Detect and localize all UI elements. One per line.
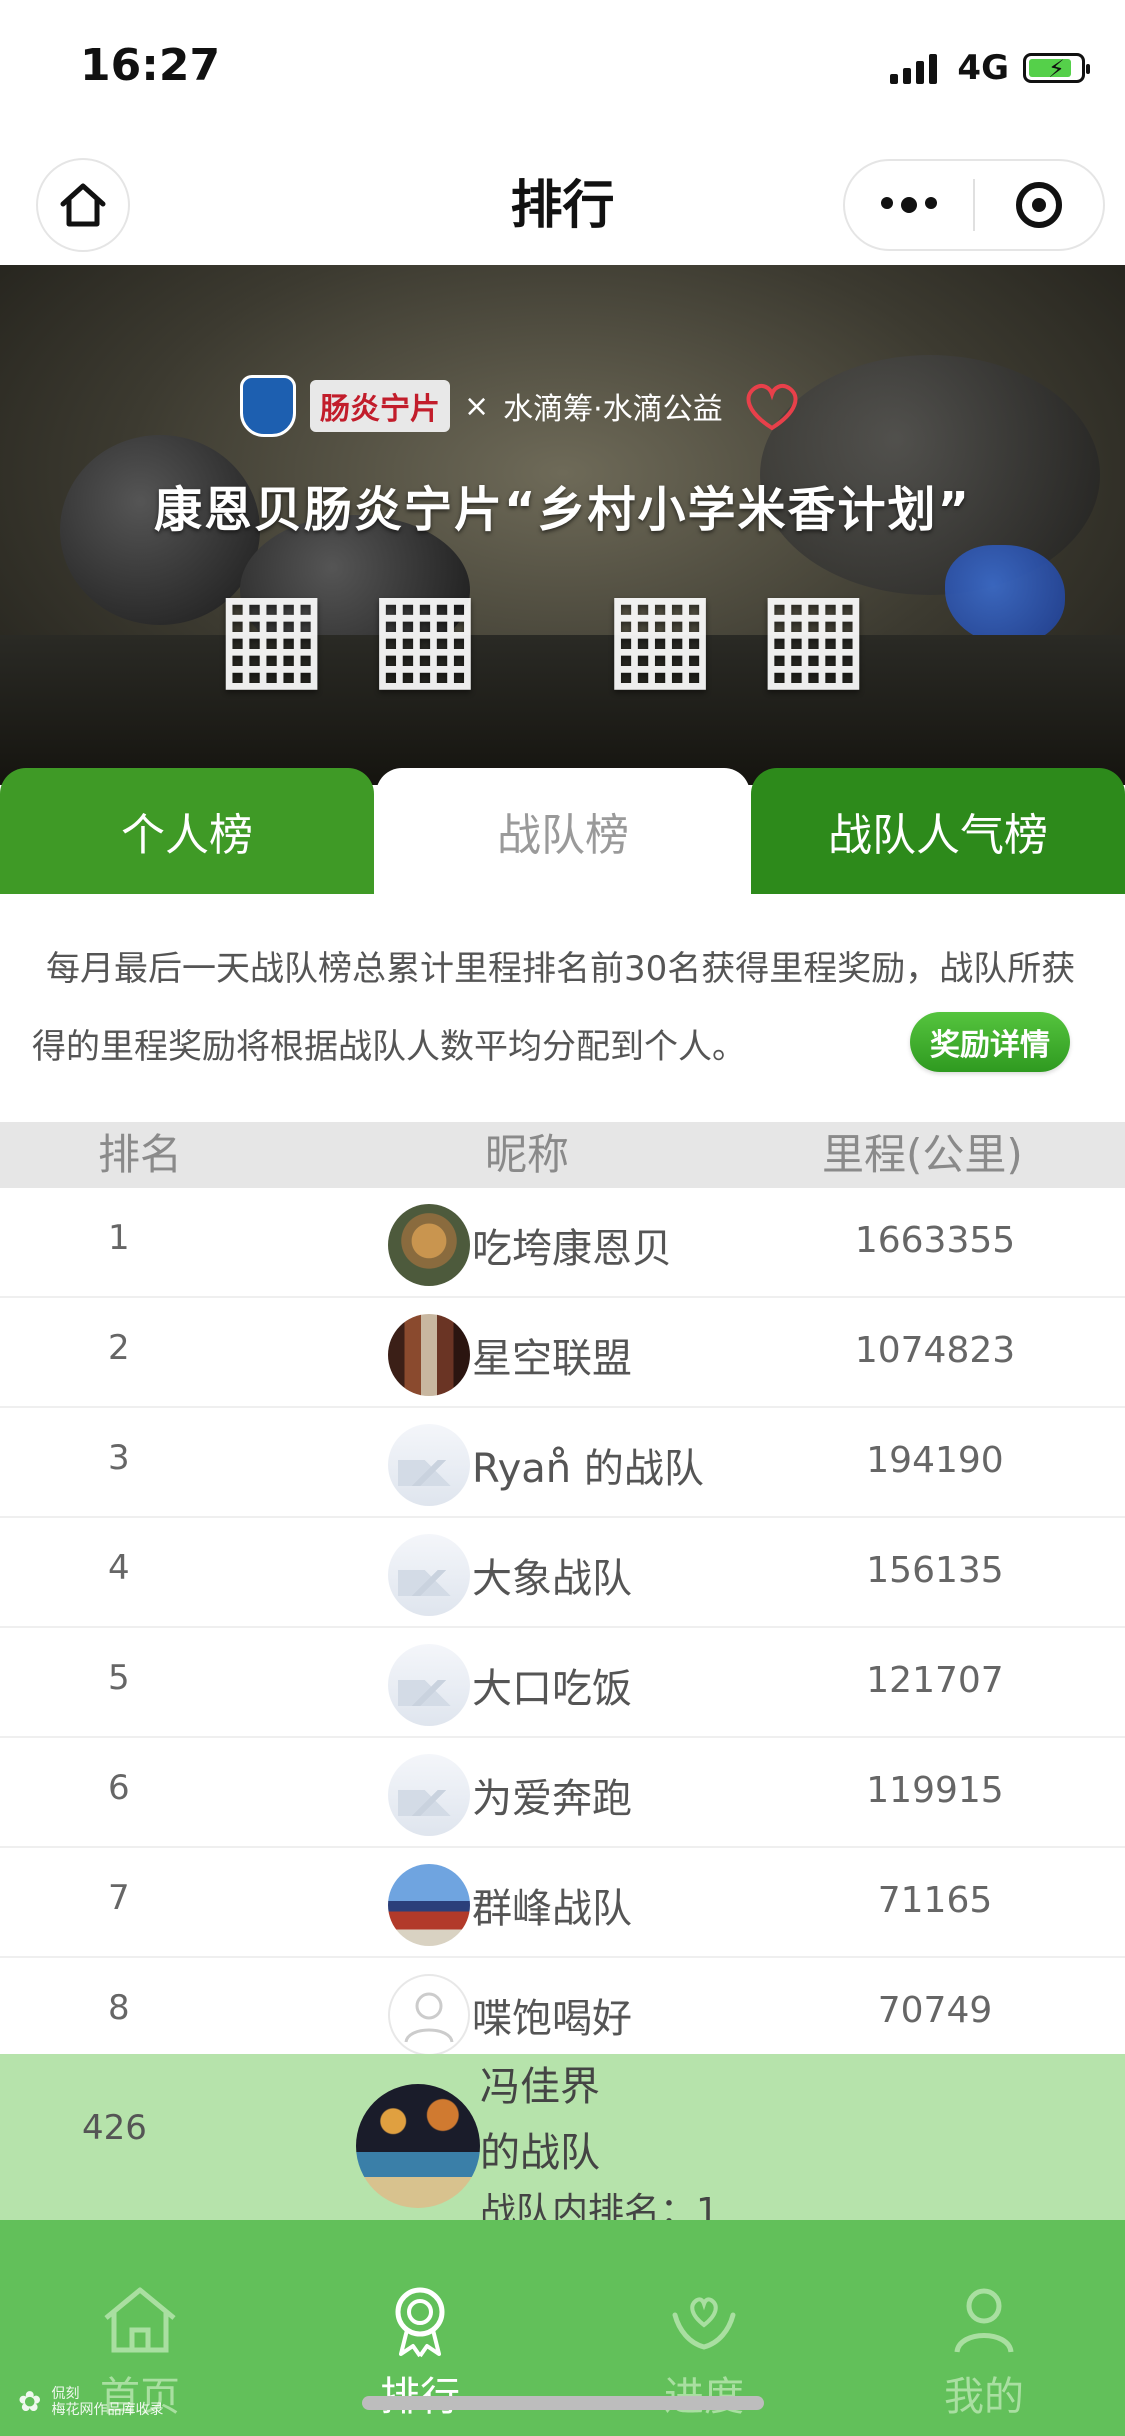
header-rank: 排名: [98, 1130, 183, 1179]
status-bar: 16:27 4G ⚡: [0, 0, 1125, 135]
table-row[interactable]: 8 喋饱喝好 70749: [0, 1958, 1125, 2054]
row-rank: 7: [108, 1878, 130, 1918]
tab-individual[interactable]: 个人榜: [0, 768, 374, 894]
row-rank: 4: [108, 1548, 130, 1588]
user-icon: [954, 2288, 1014, 2353]
row-name: 大口吃饭: [472, 1666, 632, 1712]
row-rank: 8: [108, 1988, 130, 2028]
status-time: 16:27: [80, 40, 221, 91]
heart-hand-icon: [672, 2297, 736, 2350]
row-name: 大象战队: [472, 1556, 632, 1602]
row-name: 为爱奔跑: [472, 1776, 632, 1822]
row-rank: 6: [108, 1768, 130, 1808]
watermark-line1: 侃刻: [51, 2386, 80, 2402]
row-distance: 70749: [877, 1990, 993, 2031]
row-rank: 1: [108, 1218, 130, 1258]
reward-details-button[interactable]: 奖励详情: [910, 1012, 1070, 1072]
row-distance: 156135: [866, 1550, 1004, 1591]
tabbar-item-mine[interactable]: 我的: [904, 2280, 1064, 2422]
battery-icon: ⚡: [1023, 53, 1090, 83]
row-distance: 121707: [866, 1660, 1004, 1701]
my-inner-rank: 战队内排名：1: [480, 2191, 719, 2220]
table-row[interactable]: 2 星空联盟 1074823: [0, 1298, 1125, 1408]
more-dots-icon: [881, 197, 893, 209]
table-row[interactable]: 4 大象战队 156135: [0, 1518, 1125, 1628]
reward-notice: 每月最后一天战队榜总累计里程排名前30名获得里程奖励，战队所获得的里程奖励将根据…: [0, 894, 1125, 1122]
header-distance: 里程(公里): [822, 1130, 1023, 1179]
close-button[interactable]: [975, 182, 1103, 228]
medal-icon: [395, 2287, 445, 2358]
row-name: 群峰战队: [472, 1886, 632, 1932]
signal-icon: [890, 52, 938, 84]
table-row[interactable]: 6 为爱奔跑 119915: [0, 1738, 1125, 1848]
avatar-placeholder: [388, 1534, 470, 1616]
row-distance: 119915: [866, 1770, 1004, 1811]
my-team-name-line1: 冯佳界: [480, 2064, 600, 2110]
more-button[interactable]: [845, 197, 973, 213]
capsule-menu: [843, 159, 1105, 251]
banner-calligraphy-art: ▦▦ ▦▦: [214, 565, 911, 704]
row-distance: 71165: [877, 1880, 993, 1921]
shield-logo-icon: [240, 375, 296, 437]
avatar-placeholder: [388, 1424, 470, 1506]
row-rank: 2: [108, 1328, 130, 1368]
row-distance: 194190: [866, 1440, 1004, 1481]
avatar-user-icon: [388, 1974, 470, 2054]
avatar: [388, 1204, 470, 1286]
row-distance: 1074823: [854, 1330, 1016, 1371]
table-row[interactable]: 3 Ryan̊̊̊ 的战队 194190: [0, 1408, 1125, 1518]
row-name: 星空联盟: [472, 1336, 632, 1382]
row-rank: 3: [108, 1438, 130, 1478]
home-indicator: [362, 2396, 764, 2410]
avatar-placeholder: [388, 1644, 470, 1726]
brand-logo: 肠炎宁片: [310, 380, 450, 432]
my-team-name-line2: 的战队: [480, 2130, 600, 2176]
house-icon: [104, 2287, 176, 2353]
leaderboard-list[interactable]: 1 吃垮康恩贝 1663355 2 星空联盟 1074823 3 Ryan̊̊̊…: [0, 1188, 1125, 2054]
avatar: [388, 1864, 470, 1946]
row-name: 吃垮康恩贝: [472, 1226, 672, 1272]
tabbar-label-mine: 我的: [944, 2374, 1024, 2420]
leaderboard-tabs: 个人榜 战队榜 战队人气榜: [0, 768, 1125, 894]
avatar: [388, 1314, 470, 1396]
network-label: 4G: [957, 48, 1009, 88]
my-team-row[interactable]: 426 冯佳界 的战队 战队内排名：1: [0, 2054, 1125, 2220]
sponsor-logos: 肠炎宁片 × 水滴筹·水滴公益: [240, 375, 807, 437]
my-team-name: 冯佳界 的战队: [480, 2054, 740, 2186]
my-rank: 426: [82, 2108, 147, 2148]
table-row[interactable]: 7 群峰战队 71165: [0, 1848, 1125, 1958]
my-avatar: [356, 2084, 480, 2208]
partner-separator: ×: [464, 388, 490, 424]
header-name: 昵称: [485, 1130, 570, 1179]
avatar-placeholder: [388, 1754, 470, 1836]
table-header: 排名 昵称 里程(公里): [0, 1122, 1125, 1188]
tab-team[interactable]: 战队榜: [376, 768, 750, 894]
tabbar-label-progress: 进度: [624, 2364, 784, 2422]
flower-icon: ✿: [18, 2385, 42, 2418]
row-distance: 1663355: [854, 1220, 1016, 1261]
watermark: ✿ 侃刻 梅花网作品库收录: [18, 2386, 163, 2418]
foundation-heart-icon: [746, 383, 798, 431]
row-name: 喋饱喝好: [472, 1996, 632, 2042]
table-row[interactable]: 5 大口吃饭 121707: [0, 1628, 1125, 1738]
target-icon: [1015, 182, 1062, 228]
banner-title: 康恩贝肠炎宁片“乡村小学米香计划”: [153, 482, 972, 538]
row-name: Ryan̊̊̊ 的战队: [472, 1446, 704, 1492]
table-row[interactable]: 1 吃垮康恩贝 1663355: [0, 1188, 1125, 1298]
watermark-line2: 梅花网作品库收录: [51, 2402, 164, 2418]
tab-team-popularity[interactable]: 战队人气榜: [751, 768, 1125, 894]
nav-bar: 排行: [0, 135, 1125, 265]
tabbar-label-rank: 排行: [340, 2364, 500, 2422]
campaign-banner[interactable]: 肠炎宁片 × 水滴筹·水滴公益 康恩贝肠炎宁片“乡村小学米香计划” ▦▦ ▦▦: [0, 265, 1125, 785]
status-icons: 4G ⚡: [890, 48, 1090, 88]
row-rank: 5: [108, 1658, 130, 1698]
partner-logo: 水滴筹·水滴公益: [503, 392, 723, 427]
